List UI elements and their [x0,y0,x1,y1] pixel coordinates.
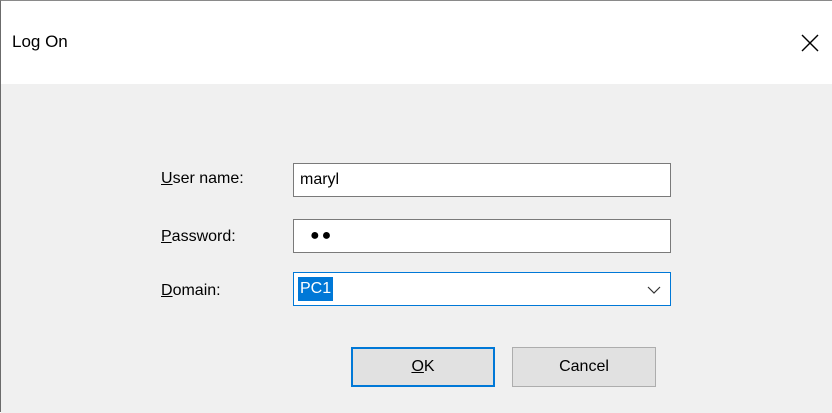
password-masked-value: ●● [310,227,334,244]
domain-selected-value: PC1 [298,277,334,301]
password-input[interactable]: ●● [293,219,671,253]
password-label: Password: [161,227,236,247]
ok-button[interactable]: OK [351,347,495,387]
domain-label-text: omain: [172,282,221,299]
dialog-body: User name: maryl Password: ●● Domain: PC… [1,84,832,413]
domain-label: Domain: [161,281,221,301]
username-label-text: ser name: [172,170,244,187]
cancel-button-label: Cancel [559,358,609,375]
username-value: maryl [300,171,340,188]
close-icon [801,34,819,52]
ok-button-text: K [423,358,435,375]
username-label: User name: [161,169,244,189]
password-label-accelerator: P [161,228,172,245]
username-input[interactable]: maryl [293,163,671,197]
ok-button-accelerator: O [411,358,424,375]
dialog-title: Log On [12,32,68,51]
cancel-button[interactable]: Cancel [512,347,656,387]
password-label-text: assword: [171,228,236,245]
close-button[interactable] [793,26,827,60]
username-label-accelerator: U [161,170,173,187]
domain-label-accelerator: D [161,282,173,299]
logon-dialog: Log On User name: maryl Password: ●● Dom… [0,0,832,413]
domain-dropdown[interactable]: PC1 [293,272,671,306]
chevron-down-icon[interactable] [646,282,662,298]
title-bar: Log On [1,1,832,84]
